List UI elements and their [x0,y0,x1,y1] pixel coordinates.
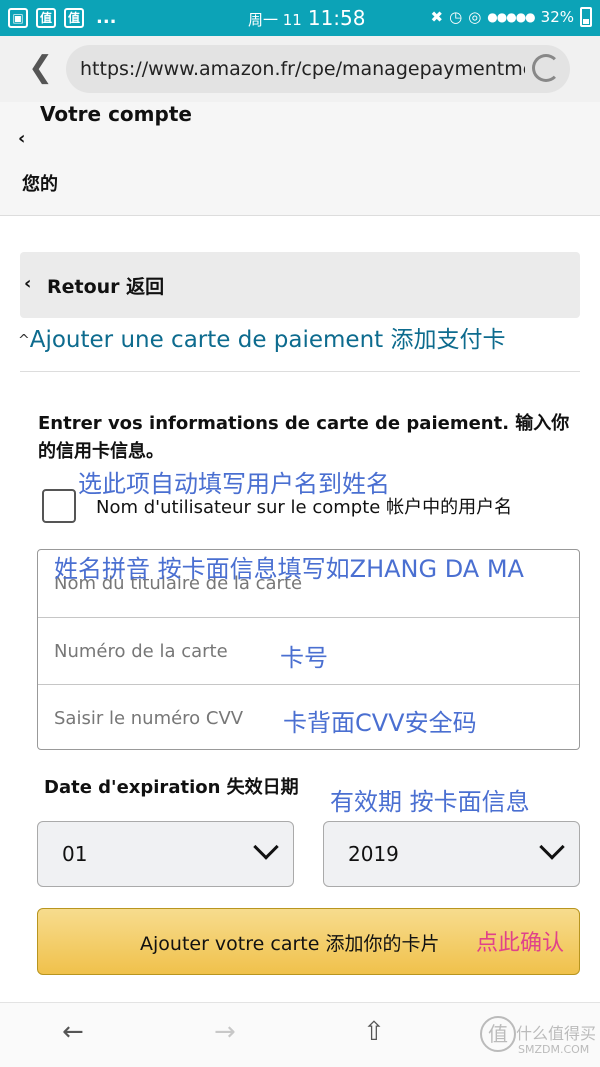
more-notifications: ... [96,7,117,28]
share-icon[interactable]: ⇧ [363,1017,385,1047]
use-account-name-checkbox[interactable] [42,489,76,523]
submit-label: Ajouter votre carte 添加你的卡片 [140,933,440,955]
battery-icon [580,7,592,27]
browser-toolbar: ❮ https://www.amazon.fr/cpe/managepaymen… [0,36,600,102]
chevron-left-icon[interactable]: ‹ [18,128,25,149]
card-number-annotation: 卡号 [280,644,328,672]
divider [20,371,580,372]
chevron-down-icon [539,834,565,860]
status-bar: ▣ 值 值 ... 周一 11 11:58 ✖ ◷ ◎ ●●●●● 32% [0,0,600,36]
app-icon: 值 [36,7,56,28]
weekday: 周一 11 [248,11,302,29]
expiry-annotation: 有效期 按卡面信息 [330,788,530,816]
expiration-label: Date d'expiration 失效日期 [44,777,299,798]
chevron-left-icon: ‹ [24,273,32,294]
expiry-month-select[interactable]: 01 [37,821,294,887]
caret-up-icon: ^ [18,332,30,349]
reload-icon[interactable] [532,54,560,82]
account-header: Votre compte ‹ 您的 [0,102,600,216]
confirm-annotation: 点此确认 [476,931,565,956]
account-title[interactable]: Votre compte [40,102,192,126]
wifi-icon: ◎ [468,8,482,26]
mute-icon: ✖ [430,8,444,26]
form-instructions: Entrer vos informations de carte de paie… [38,413,570,462]
back-button[interactable]: ‹ Retour 返回 [20,252,580,318]
expiry-year-select[interactable]: 2019 [323,821,580,887]
app-icon: 值 [64,7,84,28]
system-icons: ✖ ◷ ◎ ●●●●● 32% [431,7,592,27]
add-card-toggle[interactable]: ^Ajouter une carte de paiement 添加支付卡 [18,320,506,354]
account-subtitle: 您的 [22,174,58,195]
watermark-text: 什么值得买 [516,1024,597,1043]
forward-icon[interactable]: → [214,1017,236,1047]
placeholder: Numéro de la carte [54,641,228,662]
alarm-icon: ◷ [449,8,463,26]
placeholder: Saisir le numéro CVV [54,708,244,729]
notification-icons: ▣ 值 值 ... [8,7,117,28]
chevron-down-icon [253,834,279,860]
battery-level: 32% [540,8,574,26]
signal-icon: ●●●●● [487,10,535,24]
name-annotation: 姓名拼音 按卡面信息填写如ZHANG DA MA [54,555,524,583]
url-field[interactable]: https://www.amazon.fr/cpe/managepaymentm… [66,45,570,93]
month-value: 01 [62,842,88,866]
back-label: Retour 返回 [47,276,165,298]
checkbox-label[interactable]: Nom d'utilisateur sur le compte 帐户中的用户名 [96,493,512,519]
clock: 周一 11 11:58 [248,6,366,30]
url-text[interactable]: https://www.amazon.fr/cpe/managepaymentm… [80,58,525,80]
watermark-site: SMZDM.COM [518,1043,590,1056]
gallery-icon: ▣ [8,7,28,28]
back-icon[interactable]: ← [62,1017,84,1047]
watermark-logo: 值 [480,1016,516,1052]
add-card-heading: Ajouter une carte de paiement 添加支付卡 [29,327,506,353]
browser-back-icon[interactable]: ❮ [28,50,53,86]
year-value: 2019 [348,842,399,866]
time: 11:58 [307,6,366,30]
cvv-annotation: 卡背面CVV安全码 [283,709,477,737]
